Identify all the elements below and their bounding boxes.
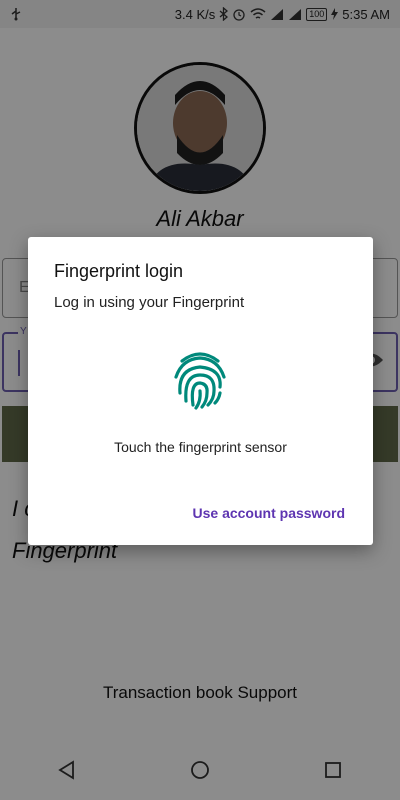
fingerprint-dialog: Fingerprint login Log in using your Fing… [28, 237, 373, 545]
use-account-password-button[interactable]: Use account password [193, 505, 346, 521]
dialog-status-text: Touch the fingerprint sensor [114, 439, 287, 455]
dialog-description: Log in using your Fingerprint [54, 294, 245, 311]
fingerprint-icon [168, 347, 232, 416]
dialog-title: Fingerprint login [54, 261, 184, 281]
